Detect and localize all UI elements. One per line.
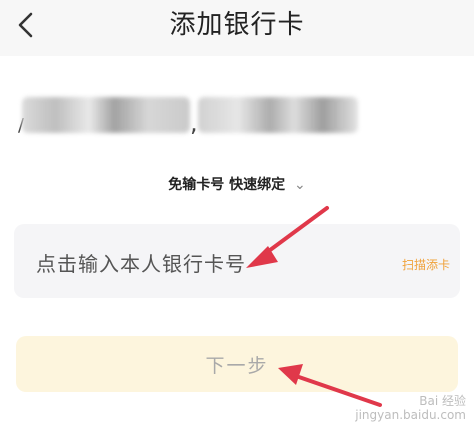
add-bank-card-screen: 添加银行卡 / , 免输卡号 快速绑定 ⌄ 点击输入本人银行卡号 扫描添卡 下一…	[0, 0, 474, 430]
annotation-arrow-icon	[278, 364, 382, 407]
watermark-subtext: jingyan.baidu.com	[355, 408, 466, 422]
watermark-text: Bai 经验	[419, 394, 466, 408]
watermark: Bai 经验 jingyan.baidu.com	[355, 394, 466, 422]
